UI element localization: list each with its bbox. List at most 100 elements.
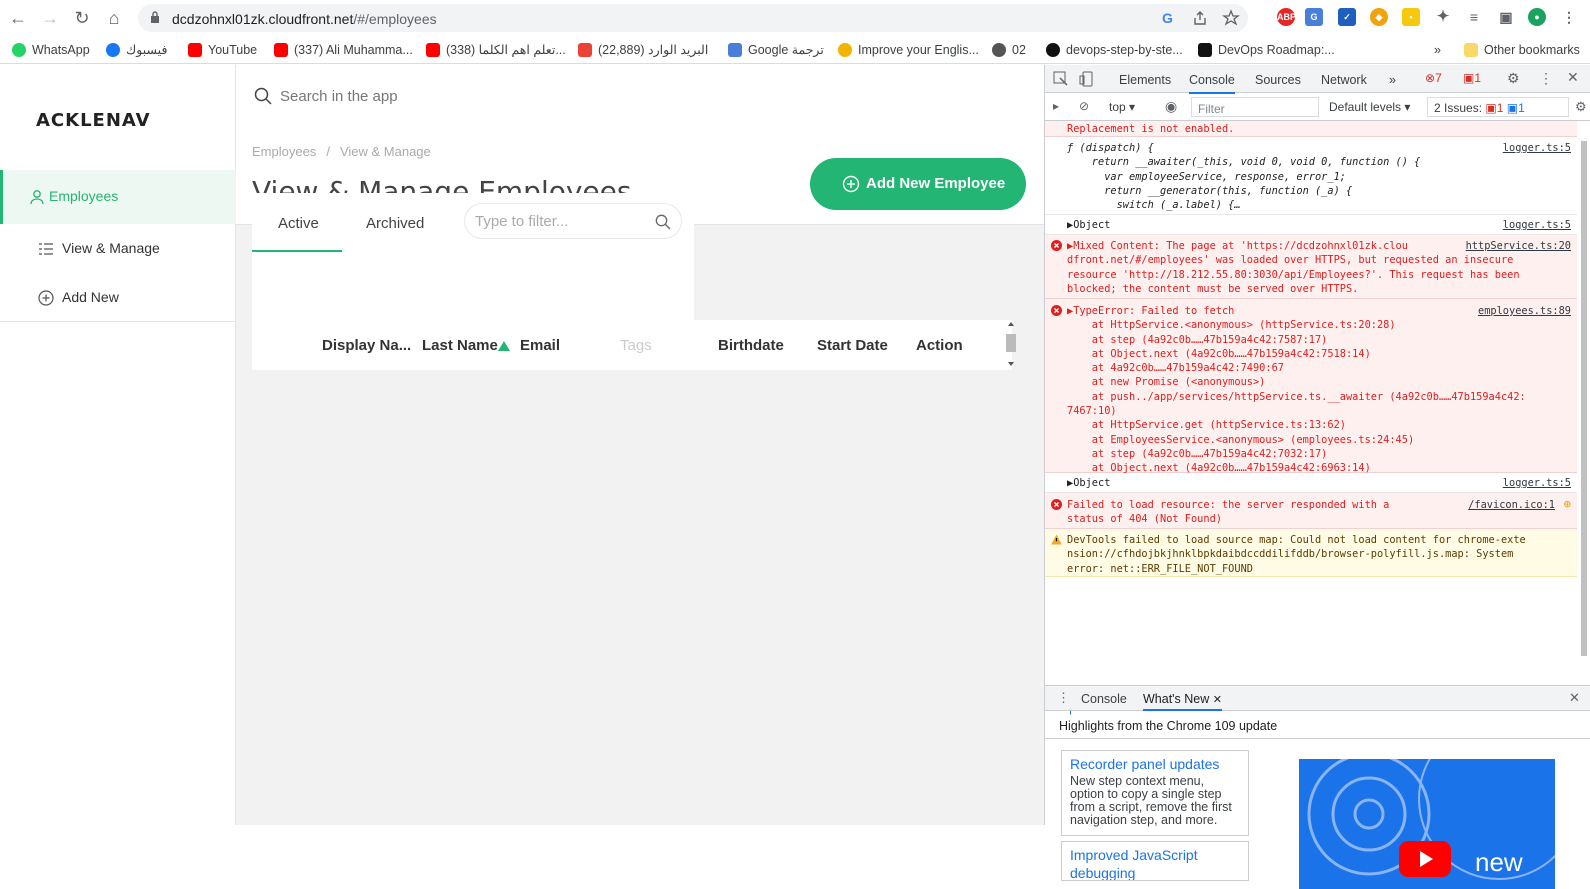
lock-icon bbox=[151, 11, 159, 23]
column-last-name[interactable]: Last Name bbox=[422, 337, 498, 354]
tab-sources[interactable]: Sources bbox=[1255, 73, 1301, 87]
search-icon[interactable] bbox=[655, 214, 671, 230]
bookmark-youtube[interactable]: YouTube bbox=[188, 41, 257, 59]
bookmark-github[interactable]: devops-step-by-ste... bbox=[1046, 41, 1183, 59]
sort-asc-icon[interactable] bbox=[498, 341, 510, 351]
facebook-icon bbox=[106, 43, 120, 57]
bookmark-02[interactable]: 02 bbox=[992, 41, 1026, 59]
card-body: New step context menu, option to copy a … bbox=[1070, 774, 1232, 827]
bookmark-whatsapp[interactable]: WhatsApp bbox=[12, 41, 90, 59]
sidebar-toggle-icon[interactable]: ▸ bbox=[1053, 99, 1059, 113]
bookmark-translate[interactable]: Google ترجمة bbox=[728, 41, 824, 59]
close-tab-icon[interactable]: ✕ bbox=[1213, 694, 1222, 706]
tab-elements[interactable]: Elements bbox=[1119, 73, 1171, 87]
puzzle-icon[interactable]: ✦ bbox=[1434, 8, 1452, 26]
avatar[interactable]: ● bbox=[1528, 8, 1546, 26]
card-title[interactable]: Improved JavaScript debugging bbox=[1070, 846, 1240, 880]
bookmarks-overflow[interactable]: » bbox=[1434, 41, 1441, 59]
sidebar-item-view-manage[interactable]: View & Manage bbox=[0, 222, 236, 276]
column-email[interactable]: Email bbox=[520, 337, 560, 354]
sidebar-item-add-new[interactable]: Add New bbox=[0, 271, 236, 325]
more-tabs[interactable]: » bbox=[1389, 73, 1396, 87]
issue-badge[interactable]: ▣1 bbox=[1463, 71, 1481, 85]
forward-icon[interactable]: → bbox=[40, 8, 60, 28]
close-drawer-icon[interactable]: ✕ bbox=[1569, 690, 1580, 706]
extension-icon-2[interactable]: ◆ bbox=[1370, 8, 1388, 26]
bookmarks-bar: WhatsApp فيسبوك YouTube (337) Ali Muhamm… bbox=[0, 36, 1590, 64]
bookmark-gmail[interactable]: (22,889) البريد الوارد bbox=[578, 41, 708, 59]
divider bbox=[0, 321, 236, 322]
drawer-tab-console[interactable]: Console bbox=[1081, 692, 1127, 706]
bookmark-youtube-2[interactable]: (337) Ali Muhamma... bbox=[274, 41, 413, 59]
youtube-play-icon[interactable] bbox=[1399, 841, 1451, 877]
settings-icon[interactable]: ⚙ bbox=[1507, 70, 1520, 87]
reading-list-icon[interactable]: ≡ bbox=[1465, 8, 1483, 26]
google-icon[interactable]: G bbox=[1160, 10, 1176, 26]
source-link[interactable]: httpService.ts:20 bbox=[1465, 239, 1571, 254]
eye-icon[interactable]: ◉ bbox=[1165, 98, 1177, 115]
network-icon[interactable]: ⊕ bbox=[1564, 497, 1571, 511]
source-link[interactable]: /favicon.ico:1 bbox=[1468, 498, 1555, 512]
notes-ext-icon[interactable]: ▪ bbox=[1402, 8, 1420, 26]
reload-icon[interactable]: ↻ bbox=[72, 8, 92, 28]
whats-new-video[interactable]: new bbox=[1299, 759, 1555, 889]
star-icon[interactable] bbox=[1222, 9, 1240, 27]
sidebar: ACKLENAV Employees View & Manage Add New bbox=[0, 65, 236, 825]
column-start-date[interactable]: Start Date bbox=[817, 337, 888, 354]
tab-network[interactable]: Network bbox=[1321, 73, 1367, 87]
sidebar-item-employees[interactable]: Employees bbox=[0, 170, 236, 224]
tab-active[interactable]: Active bbox=[278, 215, 319, 232]
source-link[interactable]: employees.ts:89 bbox=[1478, 304, 1571, 319]
filter-input[interactable]: Type to filter... bbox=[464, 203, 682, 239]
device-toggle-icon[interactable] bbox=[1079, 71, 1095, 87]
bookmark-facebook[interactable]: فيسبوك bbox=[106, 41, 167, 59]
card-title[interactable]: Recorder panel updates bbox=[1070, 755, 1240, 773]
console-filter-input[interactable]: Filter bbox=[1191, 97, 1319, 117]
console-scrollbar[interactable] bbox=[1579, 121, 1589, 681]
drawer-tab-whats-new[interactable]: What's New ✕ bbox=[1143, 692, 1222, 711]
close-icon[interactable]: ✕ bbox=[1567, 69, 1579, 86]
console-message[interactable]: ▶Object logger.ts:5 bbox=[1045, 215, 1577, 235]
clear-console-icon[interactable]: ⊘ bbox=[1079, 99, 1089, 113]
address-bar[interactable]: dcdzohnxl01zk.cloudfront.net/#/employees… bbox=[138, 4, 1248, 32]
issues-button[interactable]: 2 Issues: ▣1 ▣1 bbox=[1427, 97, 1569, 117]
adblock-icon[interactable]: ABP bbox=[1277, 8, 1296, 26]
context-select[interactable]: top ▾ bbox=[1109, 100, 1135, 114]
levels-select[interactable]: Default levels ▾ bbox=[1329, 100, 1410, 114]
tab-console[interactable]: Console bbox=[1189, 73, 1235, 94]
tab-archived[interactable]: Archived bbox=[366, 215, 424, 232]
search-input[interactable]: Search in the app bbox=[280, 88, 398, 105]
console-error[interactable]: ▶TypeError: Failed to fetch at HttpServi… bbox=[1045, 299, 1577, 474]
extension-icon[interactable]: ✓ bbox=[1338, 8, 1356, 26]
search-icon[interactable] bbox=[254, 87, 272, 105]
bookmark-improve[interactable]: Improve your Englis... bbox=[838, 41, 979, 59]
error-count-badge[interactable]: ⊗7 bbox=[1425, 71, 1442, 85]
console-message[interactable]: ▶Object logger.ts:5 bbox=[1045, 473, 1577, 493]
side-panel-icon[interactable]: ▣ bbox=[1497, 8, 1515, 26]
bookmark-youtube-3[interactable]: (338) تعلم اهم الكلما... bbox=[426, 41, 566, 59]
column-display-name[interactable]: Display Na... bbox=[322, 337, 411, 354]
inspect-icon[interactable] bbox=[1053, 71, 1069, 87]
back-icon[interactable]: ← bbox=[8, 8, 28, 28]
home-icon[interactable]: ⌂ bbox=[104, 8, 124, 28]
add-new-employee-button[interactable]: Add New Employee bbox=[810, 158, 1026, 210]
logo: ACKLENAV bbox=[36, 110, 151, 131]
translate-ext-icon[interactable]: G bbox=[1305, 8, 1323, 26]
share-icon[interactable] bbox=[1192, 10, 1208, 26]
source-link[interactable]: logger.ts:5 bbox=[1503, 141, 1571, 155]
more-options-icon[interactable]: ⋮ bbox=[1539, 70, 1553, 87]
column-birthdate[interactable]: Birthdate bbox=[718, 337, 784, 354]
console-settings-icon[interactable]: ⚙ bbox=[1575, 99, 1587, 115]
source-link[interactable]: logger.ts:5 bbox=[1503, 476, 1571, 490]
source-link[interactable]: logger.ts:5 bbox=[1503, 218, 1571, 232]
other-bookmarks[interactable]: Other bookmarks bbox=[1464, 41, 1580, 59]
menu-icon[interactable]: ⋮ bbox=[1560, 8, 1578, 26]
console-error[interactable]: ▶Mixed Content: The page at 'https://dcd… bbox=[1045, 235, 1577, 299]
whats-new-card[interactable]: Improved JavaScript debugging bbox=[1061, 841, 1249, 881]
bookmark-roadmap[interactable]: DevOps Roadmap:... bbox=[1198, 41, 1335, 59]
whats-new-card[interactable]: Recorder panel updates New step context … bbox=[1061, 750, 1249, 836]
table-scrollbar[interactable] bbox=[1006, 320, 1016, 368]
whatsapp-icon bbox=[12, 43, 26, 57]
breadcrumb-employees[interactable]: Employees bbox=[252, 144, 316, 159]
drawer-menu-icon[interactable]: ⋮ bbox=[1057, 690, 1070, 706]
